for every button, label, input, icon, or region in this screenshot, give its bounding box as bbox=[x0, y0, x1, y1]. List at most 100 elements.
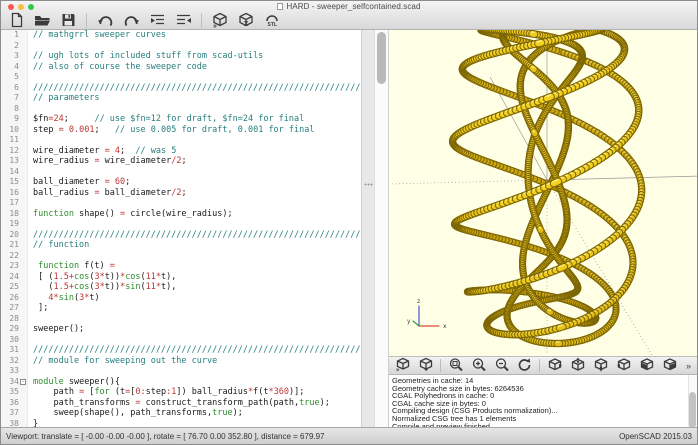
undo-button[interactable] bbox=[92, 11, 118, 30]
view-bottom-button[interactable] bbox=[589, 357, 612, 374]
line-number: 27 bbox=[1, 303, 19, 314]
code-line: 27 ]; bbox=[1, 303, 361, 314]
line-number: 22 bbox=[1, 251, 19, 262]
redo-button[interactable] bbox=[118, 11, 144, 30]
fold-margin bbox=[19, 240, 28, 251]
3d-viewport-canvas[interactable] bbox=[389, 30, 697, 356]
fold-margin bbox=[19, 398, 28, 409]
openscad-window: HARD - sweeper_selfcontained.scad » bbox=[0, 0, 698, 445]
zoom-all-button[interactable] bbox=[444, 357, 467, 374]
view-front-button[interactable] bbox=[635, 357, 658, 374]
code-text: // mathgrrl sweeper curves bbox=[28, 30, 166, 41]
view-top-icon bbox=[570, 357, 586, 375]
code-line: 26 4*sin(3*t) bbox=[1, 293, 361, 304]
toolbar-separator bbox=[539, 359, 540, 372]
unindent-button[interactable] bbox=[170, 11, 196, 30]
save-file-button[interactable] bbox=[55, 11, 81, 30]
code-text: // ugh lots of included stuff from scad-… bbox=[28, 51, 263, 62]
code-text bbox=[28, 135, 33, 146]
code-text bbox=[28, 251, 33, 262]
fold-margin bbox=[19, 408, 28, 419]
view-right-button[interactable] bbox=[543, 357, 566, 374]
reset-view-icon bbox=[517, 357, 533, 375]
open-file-button[interactable] bbox=[29, 11, 55, 30]
fold-margin bbox=[19, 198, 28, 209]
line-number: 9 bbox=[1, 114, 19, 125]
line-number: 5 bbox=[1, 72, 19, 83]
right-pane: » bbox=[389, 30, 697, 427]
fold-margin bbox=[19, 125, 28, 136]
code-text: // function bbox=[28, 240, 89, 251]
code-text bbox=[28, 41, 33, 52]
fold-marker-icon[interactable]: - bbox=[20, 379, 26, 385]
code-text: $fn=24; // use $fn=12 for draft, $fn=24 … bbox=[28, 114, 304, 125]
render-button[interactable] bbox=[233, 11, 259, 30]
fold-margin bbox=[19, 356, 28, 367]
code-line: 10step = 0.001; // use 0.005 for draft, … bbox=[1, 125, 361, 136]
line-number: 23 bbox=[1, 261, 19, 272]
fold-margin bbox=[19, 293, 28, 304]
vp-render-button[interactable] bbox=[414, 357, 437, 374]
console-pane[interactable]: Geometries in cache: 14Geometry cache si… bbox=[389, 375, 697, 427]
render-cube-icon bbox=[237, 12, 255, 29]
pane-splitter[interactable] bbox=[361, 30, 374, 427]
console-scrollbar-thumb[interactable] bbox=[689, 392, 696, 427]
new-file-button[interactable] bbox=[3, 11, 29, 30]
export-stl-button[interactable]: STL bbox=[259, 11, 285, 30]
code-text: } bbox=[28, 419, 38, 428]
code-line: 32// module for sweeping out the curve bbox=[1, 356, 361, 367]
fold-margin bbox=[19, 314, 28, 325]
code-text: [ (1.5+cos(3*t))*cos(11*t), bbox=[28, 272, 176, 283]
document-icon bbox=[277, 3, 283, 10]
viewport-status-text: Viewport: translate = [ -0.00 -0.00 -0.0… bbox=[6, 432, 325, 441]
view-top-button[interactable] bbox=[566, 357, 589, 374]
code-text: step = 0.001; // use 0.005 for draft, 0.… bbox=[28, 125, 315, 136]
code-line: 12wire_diameter = 4; // was 5 bbox=[1, 146, 361, 157]
zoom-out-button[interactable] bbox=[490, 357, 513, 374]
line-number: 32 bbox=[1, 356, 19, 367]
viewport-toolbar-overflow-button[interactable]: » bbox=[686, 361, 695, 371]
editor-scrollbar[interactable] bbox=[374, 30, 389, 427]
fold-margin bbox=[19, 230, 28, 241]
code-text: path = [for (t=[0:step:1]) ball_radius*f… bbox=[28, 387, 304, 398]
code-line: 13wire_radius = wire_diameter/2; bbox=[1, 156, 361, 167]
indent-button[interactable] bbox=[144, 11, 170, 30]
3d-viewport[interactable] bbox=[389, 30, 697, 356]
view-back-button[interactable] bbox=[658, 357, 681, 374]
fold-margin bbox=[19, 219, 28, 230]
code-line: 1// mathgrrl sweeper curves bbox=[1, 30, 361, 41]
fold-margin bbox=[19, 114, 28, 125]
line-number: 7 bbox=[1, 93, 19, 104]
zoom-out-icon bbox=[494, 357, 510, 375]
fold-margin bbox=[19, 251, 28, 262]
view-left-button[interactable] bbox=[612, 357, 635, 374]
fold-margin bbox=[19, 93, 28, 104]
code-line: 18 function shape() = circle(wire_radius)… bbox=[1, 209, 361, 220]
code-text: ball_radius = ball_diameter/2; bbox=[28, 188, 187, 199]
line-number: 24 bbox=[1, 272, 19, 283]
code-line: 15ball_diameter = 60; bbox=[1, 177, 361, 188]
line-number: 38 bbox=[1, 419, 19, 428]
code-text bbox=[28, 198, 33, 209]
preview-button[interactable]: » bbox=[207, 11, 233, 30]
preview-cube-icon: » bbox=[211, 12, 229, 29]
zoom-in-button[interactable] bbox=[467, 357, 490, 374]
toolbar-separator bbox=[201, 13, 202, 28]
status-bar: Viewport: translate = [ -0.00 -0.00 -0.0… bbox=[1, 427, 697, 444]
code-text: function f(t) = bbox=[28, 261, 115, 272]
code-editor[interactable]: 1// mathgrrl sweeper curves 23 // ugh lots… bbox=[1, 30, 361, 427]
fold-margin bbox=[19, 335, 28, 346]
fold-margin bbox=[19, 30, 28, 41]
console-scrollbar[interactable] bbox=[688, 375, 697, 427]
reset-view-button[interactable] bbox=[513, 357, 536, 374]
line-number: 18 bbox=[1, 209, 19, 220]
editor-scrollbar-thumb[interactable] bbox=[377, 32, 386, 84]
code-line: 17 bbox=[1, 198, 361, 209]
vp-preview-button[interactable]: » bbox=[391, 357, 414, 374]
view-right-icon bbox=[547, 357, 563, 375]
code-text: // also of course the sweeper code bbox=[28, 62, 207, 73]
code-line: 9 $fn=24; // use $fn=12 for draft, $fn=24… bbox=[1, 114, 361, 125]
code-line: 37 sweep(shape(), path_transforms,true); bbox=[1, 408, 361, 419]
code-text: function shape() = circle(wire_radius); bbox=[28, 209, 233, 220]
line-number: 31 bbox=[1, 345, 19, 356]
